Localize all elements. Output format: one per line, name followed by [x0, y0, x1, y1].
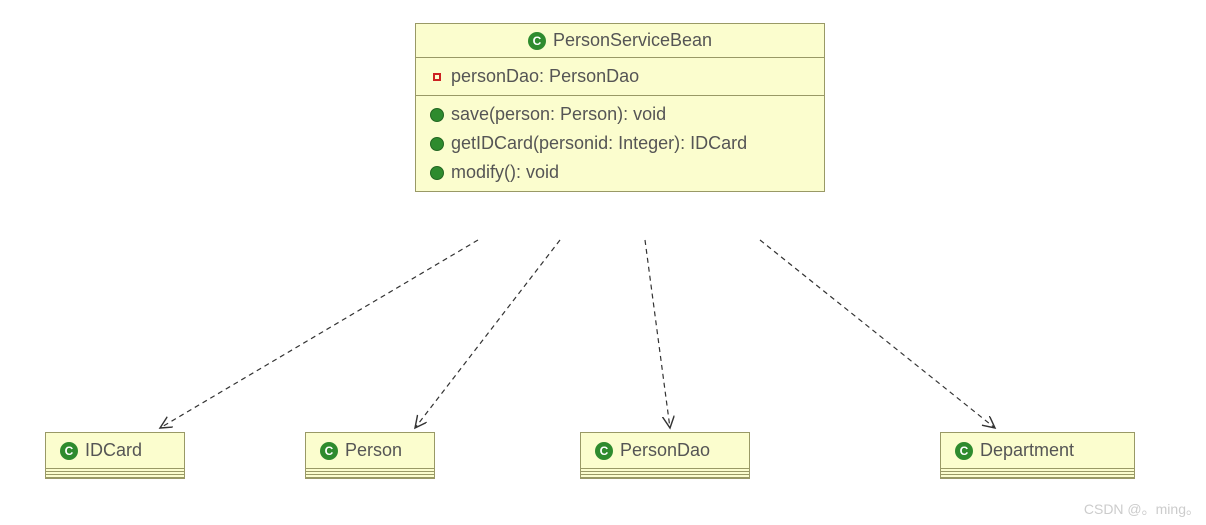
dependency-arrow: [415, 240, 560, 428]
uml-class-name: Person: [345, 440, 402, 461]
uml-class-title-row: C PersonDao: [581, 433, 749, 468]
private-icon: [433, 73, 441, 81]
operation-text: modify(): void: [451, 162, 559, 183]
watermark: CSDN @。ming。: [1084, 499, 1200, 519]
uml-class-name: PersonServiceBean: [553, 30, 712, 51]
uml-operation: save(person: Person): void: [416, 100, 824, 129]
class-icon: C: [60, 442, 78, 460]
uml-operation: modify(): void: [416, 158, 824, 187]
uml-class-dependency: C IDCard: [45, 432, 185, 479]
uml-class-attributes: personDao: PersonDao: [416, 58, 824, 96]
class-icon: C: [955, 442, 973, 460]
public-icon: [430, 166, 444, 180]
uml-class-name: Department: [980, 440, 1074, 461]
class-icon: C: [595, 442, 613, 460]
uml-operation: getIDCard(personid: Integer): IDCard: [416, 129, 824, 158]
uml-class-name: PersonDao: [620, 440, 710, 461]
class-icon: C: [528, 32, 546, 50]
uml-class-dependency: C Department: [940, 432, 1135, 479]
operation-text: save(person: Person): void: [451, 104, 666, 125]
uml-class-title-row: C IDCard: [46, 433, 184, 468]
uml-class-title-row: C Department: [941, 433, 1134, 468]
public-icon: [430, 108, 444, 122]
uml-class-main: C PersonServiceBean personDao: PersonDao…: [415, 23, 825, 192]
uml-attribute: personDao: PersonDao: [416, 62, 824, 91]
uml-class-title-row: C Person: [306, 433, 434, 468]
uml-class-dependency: C PersonDao: [580, 432, 750, 479]
dependency-arrow: [160, 240, 478, 428]
uml-footer: [306, 468, 434, 478]
uml-footer: [581, 468, 749, 478]
uml-class-dependency: C Person: [305, 432, 435, 479]
uml-class-operations: save(person: Person): void getIDCard(per…: [416, 96, 824, 191]
uml-footer: [46, 468, 184, 478]
uml-class-title-row: C PersonServiceBean: [416, 24, 824, 58]
dependency-arrow: [645, 240, 670, 428]
uml-footer: [941, 468, 1134, 478]
class-icon: C: [320, 442, 338, 460]
uml-class-name: IDCard: [85, 440, 142, 461]
public-icon: [430, 137, 444, 151]
operation-text: getIDCard(personid: Integer): IDCard: [451, 133, 747, 154]
dependency-arrow: [760, 240, 995, 428]
attribute-text: personDao: PersonDao: [451, 66, 639, 87]
